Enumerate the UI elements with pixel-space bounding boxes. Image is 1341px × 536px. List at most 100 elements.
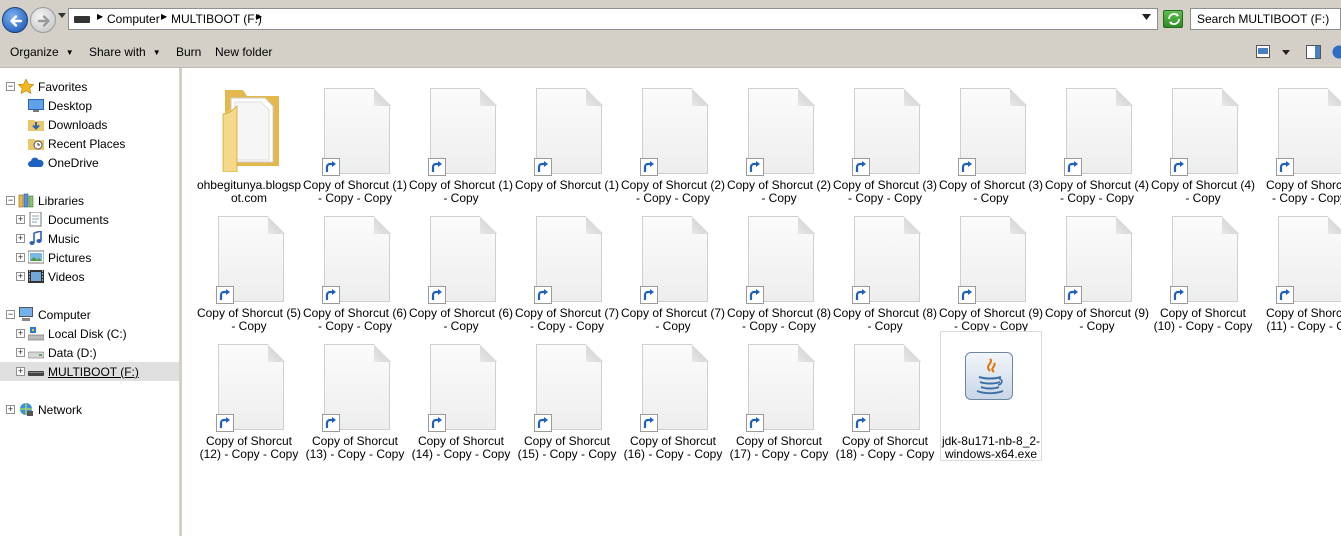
expand-icon[interactable]: + [16,253,25,262]
collapse-icon[interactable]: − [6,196,15,205]
shortcut-file-item[interactable]: Copy of Shorcut (17) - Copy - Copy [729,332,829,461]
nav-computer[interactable]: − Computer [0,305,179,324]
nav-local-disk[interactable]: + Local Disk (C:) [0,324,179,343]
nav-pictures[interactable]: + Pictures [0,248,179,267]
file-name-label: Copy of Shorcut (5) - Copy [196,307,302,333]
nav-desktop-label: Desktop [48,99,93,113]
expand-icon[interactable]: + [16,215,25,224]
expand-icon[interactable]: + [16,348,25,357]
chevron-right-icon[interactable]: ▶ [256,12,262,21]
nav-music[interactable]: + Music [0,229,179,248]
shortcut-file-item[interactable]: Copy of Shorcut (16) - Copy - Copy [623,332,723,461]
shortcut-arrow-icon [640,286,658,304]
help-icon[interactable] [1332,45,1341,59]
chevron-right-icon[interactable]: ▶ [161,12,167,21]
shortcut-file-item[interactable]: Copy of Shorcut (5) - Copy [196,204,302,333]
share-with-label: Share with [89,45,146,59]
desktop-icon [28,99,44,112]
expand-icon[interactable]: + [6,405,15,414]
breadcrumb-computer[interactable]: Computer [107,12,160,26]
shortcut-arrow-icon [852,414,870,432]
page-fold-icon [692,344,709,362]
shortcut-file-item[interactable]: Copy of Shorcut(11) - Copy - Co [1259,204,1341,333]
collapse-icon[interactable]: − [6,82,15,91]
page-fold-icon [904,344,921,362]
shortcut-file-item[interactable]: Copy of Shorcut (8) - Copy - Copy [727,204,831,333]
page-fold-icon [798,216,815,234]
nav-data-drive-label: Data (D:) [48,346,97,360]
refresh-button[interactable] [1163,10,1183,28]
shortcut-file-item[interactable]: Copy of Shorcut (10) - Copy - Copy [1153,204,1253,333]
recent-places-icon [28,139,44,150]
collapse-icon[interactable]: − [6,310,15,319]
folder-item[interactable]: ohbegitunya.blogsp ot.com [197,76,301,205]
view-options-dropdown-icon[interactable] [1282,50,1290,56]
nav-favorites[interactable]: − Favorites [0,77,179,96]
shortcut-file-item[interactable]: Copy of Shorcut (2) - Copy - Copy [621,76,725,205]
address-bar: ▶ Computer ▶ MULTIBOOT (F:) ▶ Search MUL… [0,0,1341,38]
file-name-line: (10) - Copy - Copy [1153,319,1253,333]
shortcut-file-item[interactable]: Copy of Shorcut (1) - Copy [409,76,513,205]
expand-icon[interactable]: + [16,329,25,338]
expand-icon[interactable]: + [16,367,25,376]
recent-pages-dropdown-icon[interactable] [58,13,66,19]
shortcut-file-item[interactable]: Copy of Shorcut (6) - Copy - Copy [303,204,407,333]
shortcut-file-item[interactable]: Copy of Shorcut (6) - Copy [409,204,513,333]
shortcut-file-item[interactable]: Copy of Shorcut (9) - Copy [1045,204,1149,333]
shortcut-file-item[interactable]: Copy of Shorcut (9) - Copy - Copy [938,204,1044,333]
shortcut-file-item[interactable]: Copy of Shorcut (1) - Copy - Copy [303,76,407,205]
new-folder-button[interactable]: New folder [215,45,272,59]
file-name-line: (18) - Copy - Copy [835,447,935,461]
chevron-right-icon[interactable]: ▶ [97,12,103,21]
organize-button[interactable]: Organize ▼ [10,45,74,59]
nav-documents[interactable]: + Documents [0,210,179,229]
nav-network[interactable]: + Network [0,400,179,419]
exe-file-item[interactable]: jdk-8u171-nb-8_2- windows-x64.exe [940,331,1042,461]
shortcut-file-item[interactable]: Copy of Shorcut (2) - Copy [727,76,831,205]
shortcut-arrow-icon [746,158,764,176]
file-name-line: (12) - Copy - Copy [199,447,299,461]
shortcut-file-item[interactable]: Copy of Shorcut (15) - Copy - Copy [517,332,617,461]
page-fold-icon [1116,88,1133,106]
shortcut-file-item[interactable]: Copy of Shorcut (7) - Copy - Copy [515,204,619,333]
search-input[interactable]: Search MULTIBOOT (F:) [1190,8,1341,30]
burn-button[interactable]: Burn [176,45,201,59]
nav-downloads[interactable]: Downloads [0,115,179,134]
forward-button[interactable] [30,7,56,33]
music-icon [29,231,42,245]
shortcut-file-item[interactable]: Copy of Shorcut (14) - Copy - Copy [411,332,511,461]
nav-data-drive[interactable]: + Data (D:) [0,343,179,362]
address-history-dropdown-icon[interactable] [1142,14,1151,21]
shortcut-file-item[interactable]: Copy of Shorcut (3) - Copy [939,76,1043,205]
shortcut-file-item[interactable]: Copy of Shorcut (3) - Copy - Copy [833,76,937,205]
shortcut-file-item[interactable]: Copy of Shorcut (4) - Copy [1151,76,1255,205]
page-fold-icon [586,344,603,362]
breadcrumb-multiboot[interactable]: MULTIBOOT (F:) [171,12,262,26]
shortcut-file-item[interactable]: Copy of Shorcut (8) - Copy [833,204,937,333]
shortcut-file-item[interactable]: Copy of Shorcut- Copy - Copy [1259,76,1341,205]
nav-onedrive[interactable]: OneDrive [0,153,179,172]
nav-multiboot[interactable]: + MULTIBOOT (F:) [0,362,179,381]
nav-recent-places[interactable]: Recent Places [0,134,179,153]
shortcut-file-item[interactable]: Copy of Shorcut (18) - Copy - Copy [835,332,935,461]
nav-libraries[interactable]: − Libraries [0,191,179,210]
change-view-icon[interactable] [1256,45,1270,58]
nav-favorites-label: Favorites [38,80,88,94]
nav-desktop[interactable]: Desktop [0,96,179,115]
drive-icon [74,16,90,23]
preview-pane-icon[interactable] [1306,45,1321,59]
file-name-label: Copy of Shorcut (9) - Copy - Copy [938,307,1044,333]
shortcut-file-item[interactable]: Copy of Shorcut (12) - Copy - Copy [199,332,299,461]
shortcut-file-item[interactable]: Copy of Shorcut (13) - Copy - Copy [305,332,405,461]
shortcut-file-item[interactable]: Copy of Shorcut (1) [515,76,619,204]
shortcut-arrow-icon [1170,286,1188,304]
back-button[interactable] [2,7,28,33]
shortcut-file-item[interactable]: Copy of Shorcut (7) - Copy [621,204,725,333]
shortcut-file-item[interactable]: Copy of Shorcut (4) - Copy - Copy [1045,76,1149,205]
share-with-button[interactable]: Share with ▼ [89,45,161,59]
expand-icon[interactable]: + [16,272,25,281]
shortcut-arrow-icon [746,286,764,304]
address-box[interactable]: ▶ Computer ▶ MULTIBOOT (F:) ▶ [68,8,1158,30]
expand-icon[interactable]: + [16,234,25,243]
nav-videos[interactable]: + Videos [0,267,179,286]
